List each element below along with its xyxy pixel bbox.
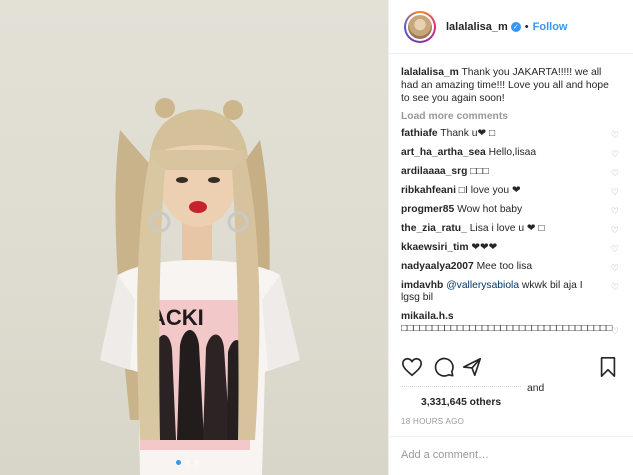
comment-text: □I love you ❤	[455, 185, 521, 196]
likers-names[interactable]	[401, 385, 521, 391]
comment-item: progmer85 Wow hot baby ♡	[401, 204, 619, 216]
post-timestamp[interactable]: 18 HOURS AGO	[401, 417, 464, 426]
comment-username[interactable]: ardilaaaa_srg	[401, 166, 467, 177]
carousel-dot-active	[176, 460, 181, 465]
follow-button[interactable]: Follow	[533, 21, 568, 33]
verified-badge-icon: ✓	[510, 21, 521, 32]
load-more-comments-button[interactable]: Load more comments	[401, 111, 619, 122]
comment-username[interactable]: kkaewsiri_tim	[401, 242, 469, 253]
carousel-dot	[185, 460, 190, 465]
small-heart-icon[interactable]: ♡	[611, 325, 619, 337]
likes-summary: and 3,331,645 others	[401, 382, 621, 410]
comment-text: Lisa i love u ❤ □	[466, 223, 545, 234]
caption-username[interactable]: lalalalisa_m	[401, 67, 459, 78]
likes-and-label: and	[527, 383, 545, 394]
small-heart-icon[interactable]: ♡	[611, 224, 619, 236]
post-header: lalalalisa_m ✓ • Follow	[389, 0, 633, 54]
small-heart-icon[interactable]: ♡	[611, 167, 619, 179]
comment-username[interactable]: imdavhb	[401, 280, 443, 291]
post-actions-bar	[401, 352, 619, 382]
small-heart-icon[interactable]: ♡	[611, 262, 619, 274]
small-heart-icon[interactable]: ♡	[611, 243, 619, 255]
comment-text: □□□□□□□□□□□□□□□□□□□□□□□□□□□□□□□□□□	[401, 323, 613, 334]
comment-username[interactable]: the_zia_ratu_	[401, 223, 467, 234]
avatar[interactable]	[404, 10, 436, 43]
comment-username[interactable]: fathiafe	[401, 128, 438, 139]
comment-mention-link[interactable]: @vallerysabiola	[446, 280, 519, 291]
comment-text: Thank u❤ □	[437, 128, 496, 139]
comment-item: kkaewsiri_tim ❤❤❤ ♡	[401, 242, 619, 254]
comment-text: Wow hot baby	[454, 204, 523, 215]
comment-text: □□□	[467, 166, 489, 177]
small-heart-icon[interactable]: ♡	[611, 205, 619, 217]
small-heart-icon[interactable]: ♡	[611, 148, 619, 160]
photo-illustration: ACKI	[100, 98, 300, 475]
comment-item: nadyaalya2007 Mee too lisa ♡	[401, 261, 619, 273]
comment-username[interactable]: nadyaalya2007	[401, 261, 474, 272]
comment-text: Hello,lisaa	[485, 147, 537, 158]
comment-username[interactable]: art_ha_artha_sea	[401, 147, 486, 158]
heart-icon[interactable]	[401, 356, 423, 378]
likes-count-link[interactable]: 3,331,645 others	[421, 397, 501, 408]
small-heart-icon[interactable]: ♡	[611, 129, 619, 141]
carousel-dot	[194, 460, 199, 465]
header-username[interactable]: lalalalisa_m	[446, 21, 508, 33]
share-icon[interactable]	[461, 356, 483, 378]
carousel-indicator	[176, 460, 199, 465]
comment-item: art_ha_artha_sea Hello,lisaa ♡	[401, 147, 619, 159]
comments-list[interactable]: lalalalisa_m Thank you JAKARTA!!!!! we a…	[389, 60, 633, 350]
add-comment-input[interactable]: Add a comment…	[389, 436, 633, 475]
header-separator: •	[524, 20, 529, 33]
instagram-post: ACKI lalalalisa_m ✓ • Follow lalalalisa_…	[0, 0, 633, 475]
comment-item: ardilaaaa_srg □□□ ♡	[401, 166, 619, 178]
comment-item: the_zia_ratu_ Lisa i love u ❤ □ ♡	[401, 223, 619, 235]
comment-username[interactable]: mikaila.h.s	[401, 311, 454, 322]
post-side-panel: lalalalisa_m ✓ • Follow lalalalisa_m Tha…	[388, 0, 633, 475]
post-photo[interactable]: ACKI	[0, 0, 388, 475]
comment-bubble-icon[interactable]	[433, 356, 455, 378]
comment-username[interactable]: ribkahfeani	[401, 185, 456, 196]
comment-text: Mee too lisa	[473, 261, 533, 272]
comment-text: ❤❤❤	[468, 242, 498, 253]
comment-item: ribkahfeani □I love you ❤ ♡	[401, 185, 619, 197]
comment-username[interactable]: progmer85	[401, 204, 454, 215]
avatar-image	[408, 14, 432, 39]
bookmark-icon[interactable]	[597, 356, 619, 378]
small-heart-icon[interactable]: ♡	[611, 186, 619, 198]
comment-item: fathiafe Thank u❤ □ ♡	[401, 128, 619, 140]
comment-item: mikaila.h.s □□□□□□□□□□□□□□□□□□□□□□□□□□□□…	[401, 311, 619, 337]
small-heart-icon[interactable]: ♡	[611, 281, 619, 293]
comment-item: imdavhb @vallerysabiola wkwk bil aja I l…	[401, 280, 619, 304]
post-caption: lalalalisa_m Thank you JAKARTA!!!!! we a…	[401, 66, 619, 105]
